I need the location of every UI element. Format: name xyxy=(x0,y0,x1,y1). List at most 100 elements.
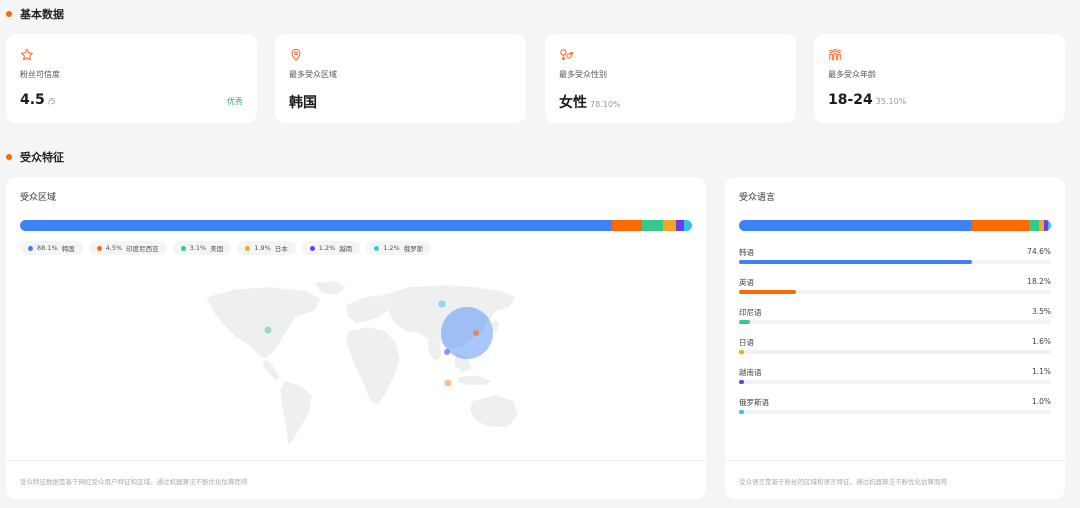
panel-divider xyxy=(6,460,706,461)
legend-dot xyxy=(245,245,251,251)
people-age-icon xyxy=(829,48,841,61)
legend-item[interactable]: 1.2% 越南 xyxy=(301,241,361,255)
language-progress-track xyxy=(739,410,1051,414)
language-progress-fill xyxy=(739,260,972,264)
language-name: 韩语 xyxy=(739,248,754,257)
world-map xyxy=(205,280,519,446)
legend-pct: 1.2% xyxy=(383,244,400,252)
legend-label: 越南 xyxy=(339,245,353,253)
region-bar-segment xyxy=(675,220,684,231)
panel-footnote: 受众语言是基于粉丝的区域和语言特征。通过机器算法不断优化估算而得 xyxy=(739,478,947,486)
audience-region-panel: 受众区域 88.1% 韩国 4.5% 印度尼西亚 3.1% 美国 1.9% 日本 1.2% 越南 1… xyxy=(6,177,706,499)
language-bar-segment xyxy=(1047,220,1051,231)
legend-dot xyxy=(309,245,315,251)
language-stacked-bar xyxy=(739,220,1051,231)
stat-value: 18-24 35.10% xyxy=(828,92,906,108)
stat-card-region: 最多受众区域 韩国 xyxy=(275,34,526,123)
language-progress-track xyxy=(739,320,1051,324)
language-pct: 74.6% xyxy=(1027,247,1051,256)
legend-label: 美国 xyxy=(210,245,224,253)
language-bar-segment xyxy=(739,220,972,231)
language-progress-fill xyxy=(739,290,796,294)
audience-language-panel: 受众语言 韩语 74.6% 英语 18.2% 印尼语 3.5% 日语 1.6% 越南语 1.1% 俄… xyxy=(725,177,1065,499)
language-name: 越南语 xyxy=(739,368,762,377)
section-title-audience: 受众特征 xyxy=(6,149,64,165)
region-bar-segment xyxy=(20,220,613,231)
stat-value-main: 韩国 xyxy=(289,95,317,111)
language-row: 英语 18.2% xyxy=(739,277,1051,301)
language-pct: 1.1% xyxy=(1031,367,1051,376)
stat-label: 最多受众区域 xyxy=(289,70,337,79)
legend-dot xyxy=(180,245,186,251)
region-stacked-bar xyxy=(20,220,692,231)
legend-dot xyxy=(374,245,380,251)
language-progress-track xyxy=(739,380,1051,384)
region-bar-segment xyxy=(683,220,692,231)
legend-item[interactable]: 88.1% 韩国 xyxy=(20,241,83,255)
language-pct: 18.2% xyxy=(1027,277,1051,286)
language-row: 越南语 1.1% xyxy=(739,367,1051,391)
stat-value-sub: /5 xyxy=(47,97,56,106)
legend-pct: 88.1% xyxy=(37,244,58,252)
language-progress-fill xyxy=(739,410,744,414)
world-map-land xyxy=(205,280,519,446)
region-bar-segment xyxy=(612,220,643,231)
star-icon xyxy=(21,48,33,61)
language-row: 日语 1.6% xyxy=(739,337,1051,361)
legend-item[interactable]: 4.5% 印度尼西亚 xyxy=(88,241,167,255)
legend-pct: 1.9% xyxy=(254,244,271,252)
section-dot xyxy=(6,154,12,160)
language-bar-segment xyxy=(971,220,1029,231)
legend-dot xyxy=(96,245,102,251)
panel-title: 受众语言 xyxy=(739,193,776,203)
legend-label: 印度尼西亚 xyxy=(126,245,159,253)
language-bar-segment xyxy=(1028,220,1040,231)
stat-value-main: 女性 xyxy=(559,95,587,111)
language-row: 印尼语 3.5% xyxy=(739,307,1051,331)
legend-label: 俄罗斯 xyxy=(403,245,424,253)
language-progress-fill xyxy=(739,320,750,324)
legend-item[interactable]: 3.1% 美国 xyxy=(172,241,232,255)
language-name: 印尼语 xyxy=(739,308,762,317)
legend-pct: 1.2% xyxy=(318,244,336,252)
section-dot xyxy=(6,11,12,17)
language-pct: 1.6% xyxy=(1031,337,1051,346)
stat-label: 最多受众年龄 xyxy=(828,70,876,79)
language-name: 日语 xyxy=(739,338,754,347)
panel-title: 受众区域 xyxy=(20,193,57,203)
language-progress-track xyxy=(739,260,1051,264)
section-label: 受众特征 xyxy=(20,151,64,164)
language-pct: 1.0% xyxy=(1031,397,1051,406)
language-progress-fill xyxy=(739,350,744,354)
legend-item[interactable]: 1.9% 日本 xyxy=(237,241,296,255)
stat-value: 韩国 xyxy=(289,92,317,112)
stat-label: 粉丝可信度 xyxy=(20,70,60,79)
stat-label: 最多受众性别 xyxy=(559,70,607,79)
language-row: 韩语 74.6% xyxy=(739,247,1051,271)
stat-card-credibility: 粉丝可信度 4.5/5 优秀 xyxy=(6,34,257,123)
region-bar-segment xyxy=(663,220,676,231)
legend-pct: 4.5% xyxy=(105,244,123,252)
rating-badge: 优秀 xyxy=(227,97,243,106)
region-legend: 88.1% 韩国 4.5% 印度尼西亚 3.1% 美国 1.9% 日本 1.2% 越南 1.2% 俄罗… xyxy=(20,241,432,255)
region-bar-segment xyxy=(642,220,664,231)
stat-value: 4.5/5 xyxy=(20,92,56,108)
language-name: 俄罗斯语 xyxy=(739,398,769,407)
section-title-basic: 基本数据 xyxy=(6,6,64,22)
stat-card-age: 最多受众年龄 18-24 35.10% xyxy=(814,34,1065,123)
language-row: 俄罗斯语 1.0% xyxy=(739,397,1051,421)
stat-card-gender: 最多受众性别 女性 78.10% xyxy=(545,34,796,123)
legend-label: 日本 xyxy=(274,245,288,253)
panel-footnote: 受众特征数据是基于网红受众用户特征和区域。通过机器算法不断优化估算而得 xyxy=(20,478,248,486)
location-pin-icon xyxy=(291,48,301,62)
section-label: 基本数据 xyxy=(20,8,64,21)
legend-item[interactable]: 1.2% 俄罗斯 xyxy=(366,241,432,255)
language-pct: 3.5% xyxy=(1031,307,1051,316)
legend-label: 韩国 xyxy=(61,245,75,253)
stat-value: 女性 78.10% xyxy=(559,92,621,112)
gender-icon xyxy=(560,49,573,61)
legend-pct: 3.1% xyxy=(189,244,207,252)
panel-divider xyxy=(725,460,1065,461)
language-progress-fill xyxy=(739,380,744,384)
language-progress-track xyxy=(739,350,1051,354)
